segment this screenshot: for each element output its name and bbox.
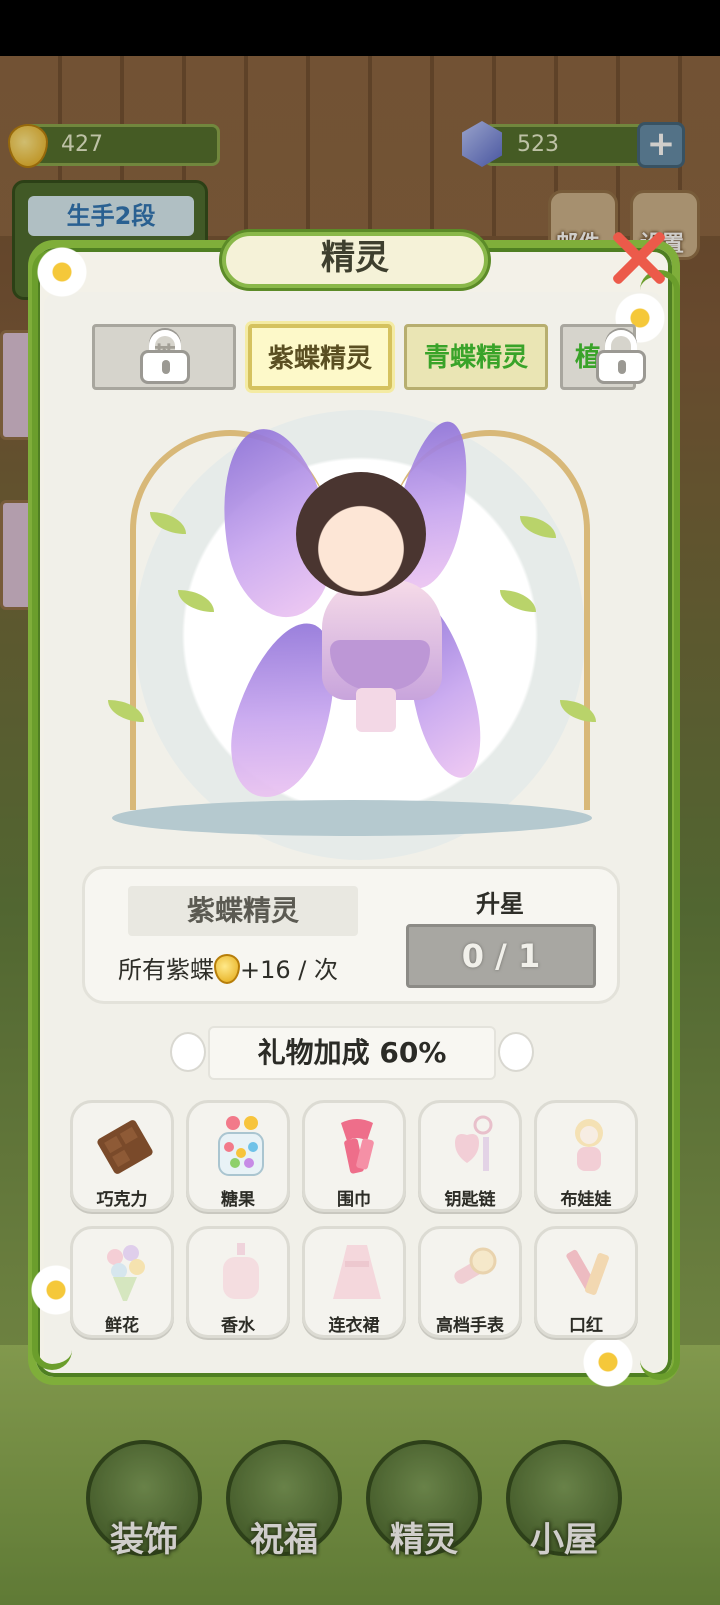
gift-item[interactable]: 鲜花 — [70, 1226, 174, 1338]
wing-ornament-icon — [170, 1032, 206, 1072]
gift-label: 香水 — [221, 1316, 255, 1336]
gift-item[interactable]: 高档手表 — [418, 1226, 522, 1338]
gift-label: 布娃娃 — [560, 1190, 612, 1210]
gift-item[interactable]: 巧克力 — [70, 1100, 174, 1212]
gift-label: 连衣裙 — [328, 1316, 380, 1336]
vine-decoration — [32, 250, 72, 1370]
gift-bonus: 礼物加成 60% — [208, 1026, 496, 1080]
vine-decoration — [640, 270, 680, 1380]
fairy-name: 紫蝶精灵 — [128, 886, 358, 936]
gift-item[interactable]: 围巾 — [302, 1100, 406, 1212]
gift-label: 钥匙链 — [444, 1190, 496, 1210]
keychain-icon — [455, 1115, 493, 1171]
tab-label: 青蝶精灵 — [423, 343, 528, 373]
doll-icon — [575, 1119, 603, 1171]
lock-icon — [134, 328, 196, 384]
gift-label: 糖果 — [221, 1190, 255, 1210]
candy-jar-icon — [218, 1116, 264, 1176]
gift-item[interactable]: 糖果 — [186, 1100, 290, 1212]
gift-item[interactable]: 口红 — [534, 1226, 638, 1338]
bonus-suffix: +16 / 次 — [240, 956, 338, 984]
fairy-character[interactable] — [296, 472, 426, 596]
gift-label: 鲜花 — [105, 1316, 139, 1336]
daisy-icon — [34, 244, 90, 300]
stone-pedestal — [112, 800, 592, 836]
daisy-icon — [580, 1334, 636, 1390]
gift-label: 围巾 — [337, 1190, 371, 1210]
fairy-legs — [356, 688, 396, 732]
gift-item[interactable]: 连衣裙 — [302, 1226, 406, 1338]
star-up-button[interactable]: 0 / 1 — [406, 924, 596, 988]
star-up-label: 升星 — [476, 890, 524, 918]
gift-label: 高档手表 — [436, 1316, 504, 1336]
lock-icon — [590, 328, 652, 384]
close-button[interactable] — [608, 226, 668, 286]
lipstick-icon — [566, 1249, 609, 1295]
perfume-icon — [223, 1243, 259, 1299]
chocolate-icon — [97, 1120, 153, 1174]
watch-icon — [454, 1247, 497, 1284]
gift-item[interactable]: 香水 — [186, 1226, 290, 1338]
gift-label: 巧克力 — [96, 1190, 148, 1210]
gift-item[interactable]: 布娃娃 — [534, 1100, 638, 1212]
tab-cyan-butterfly-fairy[interactable]: 青蝶精灵 — [404, 324, 548, 390]
tab-purple-butterfly-fairy[interactable]: 紫蝶精灵 — [248, 324, 392, 390]
modal-title: 精灵 — [321, 238, 389, 278]
scarf-icon — [341, 1119, 374, 1174]
tab-label: 紫蝶精灵 — [267, 344, 372, 374]
wing-ornament-icon — [498, 1032, 534, 1072]
gift-item[interactable]: 钥匙链 — [418, 1100, 522, 1212]
status-bar — [0, 0, 720, 56]
fairy-bonus-text: 所有紫蝶 +16 / 次 — [118, 950, 378, 990]
bonus-prefix: 所有紫蝶 — [118, 956, 214, 984]
gold-drop-icon — [214, 954, 240, 984]
dress-icon — [333, 1245, 381, 1299]
bouquet-icon — [107, 1245, 145, 1301]
gift-label: 口红 — [569, 1316, 603, 1336]
